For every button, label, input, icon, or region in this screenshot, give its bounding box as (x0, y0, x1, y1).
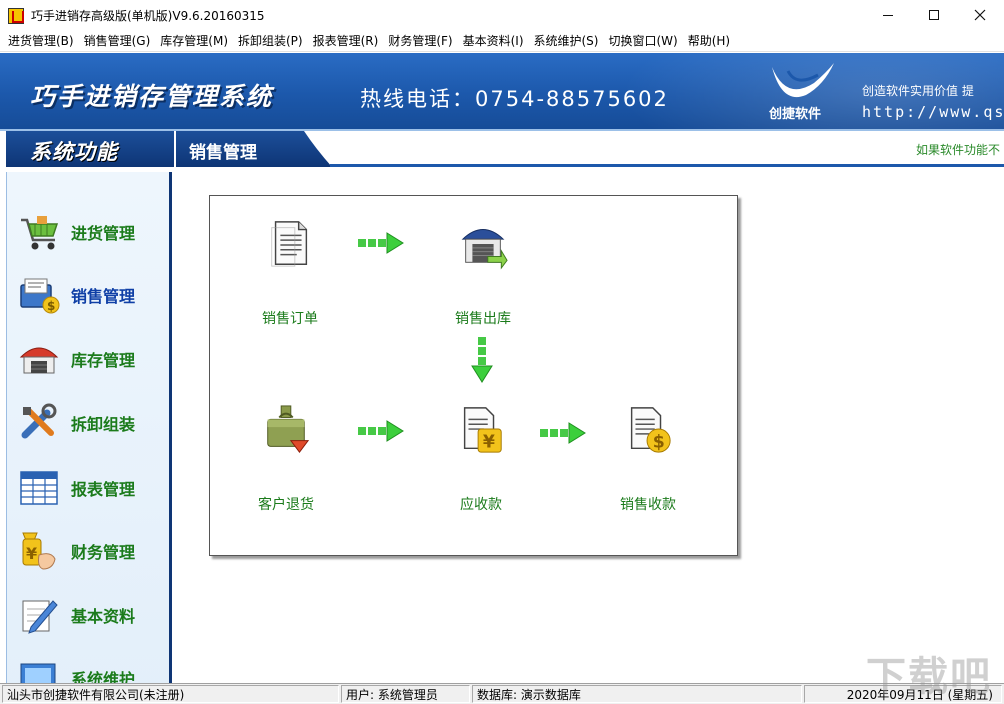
menu-bar: 进货管理(B) 销售管理(G) 库存管理(M) 拆卸组装(P) 报表管理(R) … (0, 30, 1004, 52)
sidebar-item-sales[interactable]: $ 销售管理 (17, 270, 167, 320)
brand-logo-icon (772, 63, 834, 98)
sidebar-item-label: 系统维护 (71, 670, 136, 683)
flow-label-sales-outbound: 销售出库 (455, 311, 511, 327)
status-bar: 汕头市创捷软件有限公司(未注册) 用户: 系统管理员 数据库: 演示数据库 20… (0, 683, 1004, 704)
maximize-icon (929, 10, 939, 20)
status-database: 数据库: 演示数据库 (472, 685, 802, 703)
customer-return-icon (267, 405, 310, 453)
spreadsheet-icon (20, 471, 58, 505)
system-icon (20, 663, 56, 683)
system-functions-title: 系统功能 (30, 140, 118, 164)
flow-node-sales-collection[interactable]: $ 销售收款 (593, 404, 703, 514)
down-arrow-icon (471, 337, 493, 383)
brand-name: 创捷软件 (769, 107, 822, 122)
status-user: 用户: 系统管理员 (341, 685, 470, 703)
receivable-yuan-icon: ¥ (463, 407, 502, 453)
menu-system[interactable]: 系统维护(S) (530, 31, 603, 51)
sidebar-item-reports[interactable]: 报表管理 (17, 463, 167, 513)
sidebar-item-label: 报表管理 (71, 480, 136, 499)
svg-text:$: $ (653, 432, 665, 452)
close-icon (974, 9, 986, 21)
shopping-cart-icon (21, 216, 59, 250)
tools-icon (21, 403, 57, 439)
watermark: 下载吧 (866, 654, 992, 700)
brand-website: http://www.qs (862, 103, 1004, 121)
menu-help[interactable]: 帮助(H) (684, 31, 734, 51)
sidebar-item-inventory[interactable]: 库存管理 (17, 334, 167, 384)
sidebar-panel: 进货管理 $ 销售管理 库存管理 拆卸组装 报表管理 ¥ 财务管理 基本资料 系… (6, 172, 172, 683)
sidebar-item-label: 库存管理 (71, 351, 136, 370)
right-arrow-icon (358, 420, 404, 442)
menu-reports[interactable]: 报表管理(R) (309, 31, 383, 51)
app-icon (8, 8, 24, 24)
window-title: 巧手进销存高级版(单机版)V9.6.20160315 (31, 9, 265, 23)
sidebar-item-label: 进货管理 (71, 224, 136, 243)
section-bar: 系统功能 销售管理 如果软件功能不 (0, 129, 1004, 167)
flow-label-sales-collection: 销售收款 (620, 497, 676, 513)
pencil-note-icon (22, 600, 58, 634)
sales-collection-dollar-icon: $ (630, 407, 671, 453)
minimize-icon (883, 14, 893, 16)
svg-text:$: $ (47, 299, 55, 313)
sidebar-item-basic-data[interactable]: 基本资料 (17, 590, 167, 640)
sidebar-item-label: 基本资料 (71, 607, 136, 626)
yuan-hand-icon: ¥ (22, 532, 56, 570)
menu-basic-data[interactable]: 基本资料(I) (459, 31, 528, 51)
banner-hotline: 热线电话：0754-88575602 (360, 87, 669, 111)
title-bar: 巧手进销存高级版(单机版)V9.6.20160315 (0, 0, 1004, 30)
banner-title: 巧手进销存管理系统 (30, 82, 274, 111)
warehouse-outbound-icon (461, 229, 508, 270)
menu-purchase[interactable]: 进货管理(B) (4, 31, 78, 51)
sales-flow-panel: 销售订单 销售出库 客户退货 ¥ 应收款 $ 销售收款 (209, 195, 738, 556)
menu-inventory[interactable]: 库存管理(M) (156, 31, 232, 51)
flow-label-customer-return: 客户退货 (258, 497, 314, 513)
menu-sales[interactable]: 销售管理(G) (80, 31, 155, 51)
sales-document-icon: $ (20, 278, 60, 314)
maximize-button[interactable] (911, 0, 957, 30)
close-button[interactable] (957, 0, 1003, 30)
sidebar-item-label: 销售管理 (71, 287, 136, 306)
right-arrow-icon (358, 232, 404, 254)
flow-node-sales-order[interactable]: 销售订单 (235, 218, 345, 328)
menu-assembly[interactable]: 拆卸组装(P) (234, 31, 307, 51)
flow-label-receivable: 应收款 (460, 497, 502, 513)
right-arrow-icon (540, 422, 586, 444)
flow-node-customer-return[interactable]: 客户退货 (231, 404, 341, 514)
header-banner: 巧手进销存管理系统 热线电话：0754-88575602 创捷软件 创造软件实用… (0, 53, 1004, 129)
sidebar-item-system[interactable]: 系统维护 (17, 653, 167, 683)
status-company: 汕头市创捷软件有限公司(未注册) (2, 685, 339, 703)
sidebar-item-purchase[interactable]: 进货管理 (17, 207, 167, 257)
sidebar-item-label: 财务管理 (71, 543, 136, 562)
menu-window[interactable]: 切换窗口(W) (604, 31, 681, 51)
minimize-button[interactable] (865, 0, 911, 30)
warehouse-icon (19, 347, 59, 374)
sidebar: 进货管理 $ 销售管理 库存管理 拆卸组装 报表管理 ¥ 财务管理 基本资料 系… (0, 170, 176, 683)
scrolling-notice: 如果软件功能不 (916, 143, 1001, 157)
system-functions-header: 系统功能 (6, 131, 174, 167)
sales-order-document-icon (271, 221, 308, 267)
current-section-title: 销售管理 (189, 143, 257, 163)
sidebar-item-label: 拆卸组装 (71, 415, 136, 434)
menu-finance[interactable]: 财务管理(F) (384, 31, 456, 51)
svg-text:¥: ¥ (26, 544, 37, 563)
flow-node-sales-outbound[interactable]: 销售出库 (428, 218, 538, 328)
sidebar-item-assembly[interactable]: 拆卸组装 (17, 398, 167, 448)
svg-text:¥: ¥ (483, 432, 495, 452)
flow-node-receivable[interactable]: ¥ 应收款 (426, 404, 536, 514)
sidebar-item-finance[interactable]: ¥ 财务管理 (17, 526, 167, 576)
flow-label-sales-order: 销售订单 (262, 311, 318, 327)
brand-slogan: 创造软件实用价值 提 (862, 84, 974, 98)
section-divider (330, 164, 1004, 167)
